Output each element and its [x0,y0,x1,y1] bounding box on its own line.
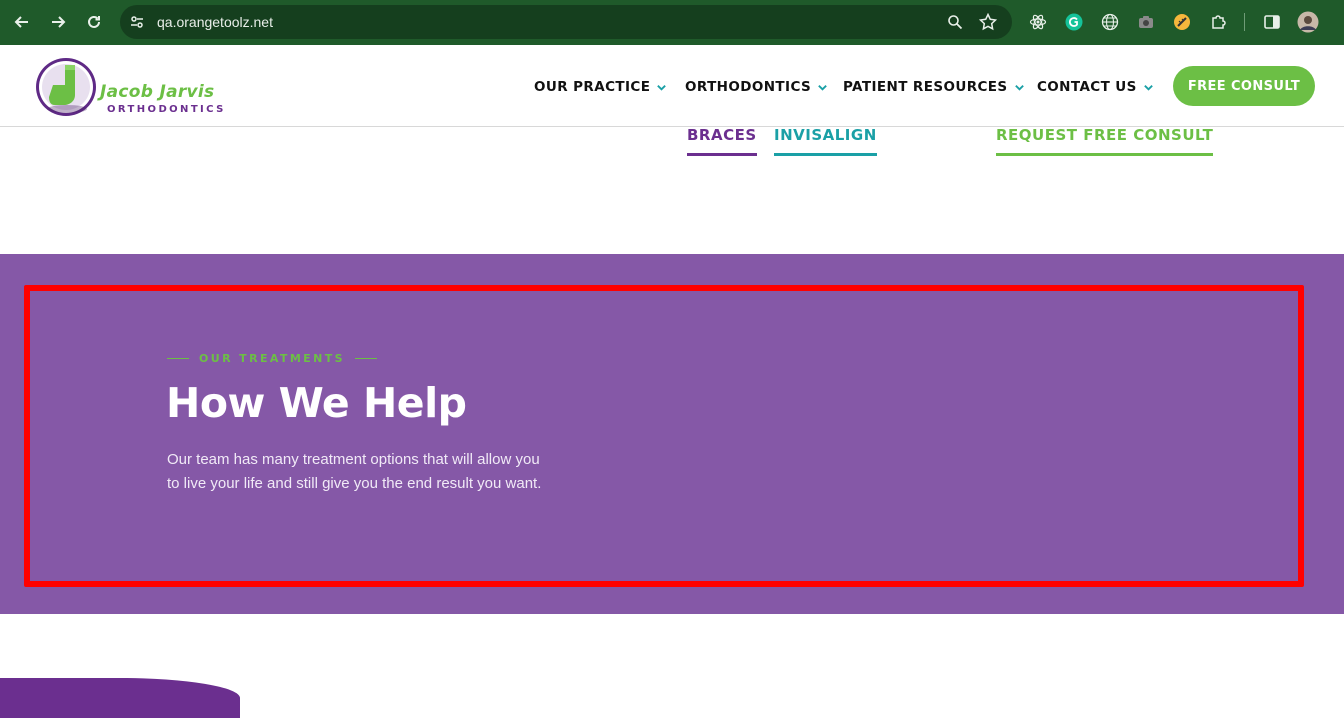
puzzle-extensions-icon[interactable] [1207,11,1229,33]
back-icon[interactable] [8,8,36,36]
nav-orthodontics[interactable]: ORTHODONTICS [685,79,828,95]
nav-label: PATIENT RESOURCES [843,79,1008,95]
browser-toolbar: qa.orangetoolz.net [0,0,1344,45]
profile-avatar[interactable] [1297,11,1319,33]
free-consult-button[interactable]: FREE CONSULT [1173,66,1315,106]
braces-link[interactable]: BRACES [687,126,757,156]
site-logo[interactable]: Jacob Jarvis ORTHODONTICS [33,53,233,119]
decorative-shape [0,678,240,718]
address-bar[interactable]: qa.orangetoolz.net [120,5,1012,39]
section-description: Our team has many treatment options that… [167,451,542,492]
toolbar-separator [1244,13,1245,31]
section-title: How We Help [166,379,467,427]
chevron-down-icon [1014,84,1024,91]
logo-name: Jacob Jarvis [100,82,215,102]
request-free-consult-link[interactable]: REQUEST FREE CONSULT [996,126,1214,156]
bookmark-star-icon[interactable] [978,12,998,36]
nav-label: ORTHODONTICS [685,79,812,95]
zoom-icon[interactable] [947,14,963,35]
react-devtools-icon[interactable] [1027,11,1049,33]
chevron-down-icon [1143,84,1153,91]
site-header: Jacob Jarvis ORTHODONTICS OUR PRACTICE O… [0,45,1344,127]
nav-contact-us[interactable]: CONTACT US [1037,79,1154,95]
logo-emblem [36,58,96,116]
globe-extension-icon[interactable] [1099,11,1121,33]
logo-subtitle: ORTHODONTICS [107,104,226,115]
nav-our-practice[interactable]: OUR PRACTICE [534,79,667,95]
eyebrow-text: OUR TREATMENTS [199,352,345,365]
chevron-down-icon [657,84,667,91]
side-panel-icon[interactable] [1261,11,1283,33]
url-text[interactable]: qa.orangetoolz.net [157,14,273,30]
camera-extension-icon[interactable] [1135,11,1157,33]
grammarly-icon[interactable] [1063,11,1085,33]
eyebrow-line-right [354,358,377,359]
invisalign-link[interactable]: INVISALIGN [774,126,877,156]
nav-label: OUR PRACTICE [534,79,651,95]
nav-label: CONTACT US [1037,79,1137,95]
ruler-extension-icon[interactable] [1171,11,1193,33]
chevron-down-icon [818,84,827,91]
forward-icon[interactable] [44,8,72,36]
eyebrow-line-left [167,358,189,359]
section-eyebrow: OUR TREATMENTS [167,352,377,365]
reload-icon[interactable] [80,8,108,36]
site-info-icon[interactable] [129,14,145,35]
nav-patient-resources[interactable]: PATIENT RESOURCES [843,79,1025,95]
highlight-annotation-box [24,285,1304,587]
